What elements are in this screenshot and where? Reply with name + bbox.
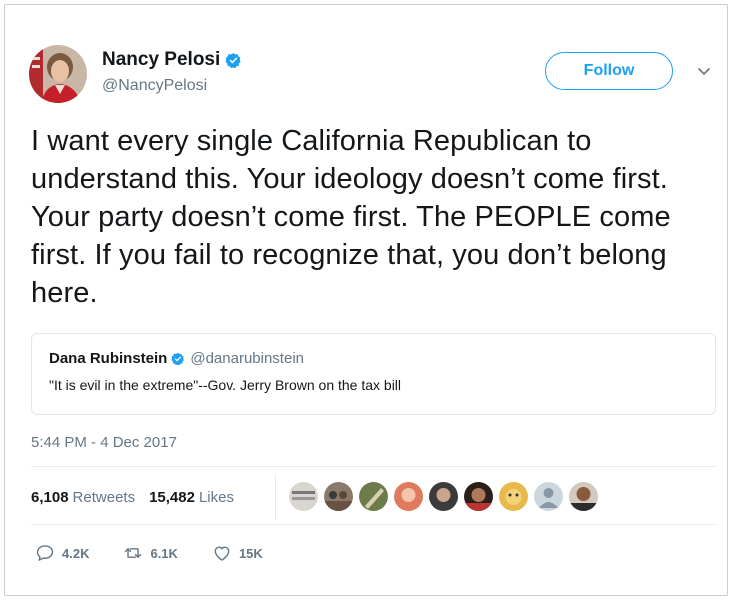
likes-count[interactable]: 15,482 <box>149 489 195 506</box>
heart-icon <box>214 546 230 561</box>
likes-label[interactable]: Likes <box>199 489 234 506</box>
liker-avatar[interactable] <box>534 482 563 511</box>
reply-button[interactable]: 4.2K <box>35 543 89 563</box>
follow-button[interactable]: Follow <box>545 52 673 90</box>
like-button[interactable]: 15K <box>212 543 263 563</box>
quoted-text: "It is evil in the extreme"--Gov. Jerry … <box>49 377 402 393</box>
liker-avatar[interactable] <box>394 482 423 511</box>
retweet-icon <box>125 548 142 558</box>
quoted-author-handle: @danarubinstein <box>190 350 304 367</box>
liker-avatars <box>289 482 604 511</box>
chevron-down-icon[interactable] <box>696 63 712 79</box>
tweet-actions: 4.2K 6.1K 15K <box>35 543 297 563</box>
quoted-tweet[interactable]: Dana Rubinstein @danarubinstein "It is e… <box>31 333 716 415</box>
divider <box>31 466 716 467</box>
liker-avatar[interactable] <box>359 482 388 511</box>
quoted-author-name: Dana Rubinstein <box>49 350 168 367</box>
liker-avatar[interactable] <box>569 482 598 511</box>
reply-count: 4.2K <box>62 545 90 561</box>
tweet-timestamp[interactable]: 5:44 PM - 4 Dec 2017 <box>31 434 177 451</box>
liker-avatar[interactable] <box>324 482 353 511</box>
engagement-stats: 6,108 Retweets 15,482 Likes <box>31 489 234 506</box>
tweet-text: I want every single California Republica… <box>31 125 671 309</box>
verified-badge-icon <box>225 52 241 68</box>
author-name[interactable]: Nancy Pelosi <box>102 49 220 71</box>
author-avatar[interactable] <box>29 45 87 103</box>
retweets-count[interactable]: 6,108 <box>31 489 69 506</box>
liker-avatar[interactable] <box>464 482 493 511</box>
verified-badge-icon <box>171 352 185 365</box>
divider <box>31 524 716 525</box>
like-count: 15K <box>238 545 263 561</box>
tweet-card: Nancy Pelosi @NancyPelosi Follow I want … <box>4 4 728 596</box>
liker-avatar[interactable] <box>499 482 528 511</box>
retweets-label[interactable]: Retweets <box>73 489 136 506</box>
stats-separator <box>275 474 276 520</box>
retweet-button[interactable]: 6.1K <box>123 543 178 563</box>
liker-avatar[interactable] <box>289 482 318 511</box>
retweet-count: 6.1K <box>150 545 178 561</box>
reply-icon <box>36 545 54 561</box>
liker-avatar[interactable] <box>429 482 458 511</box>
author-handle[interactable]: @NancyPelosi <box>102 77 207 95</box>
